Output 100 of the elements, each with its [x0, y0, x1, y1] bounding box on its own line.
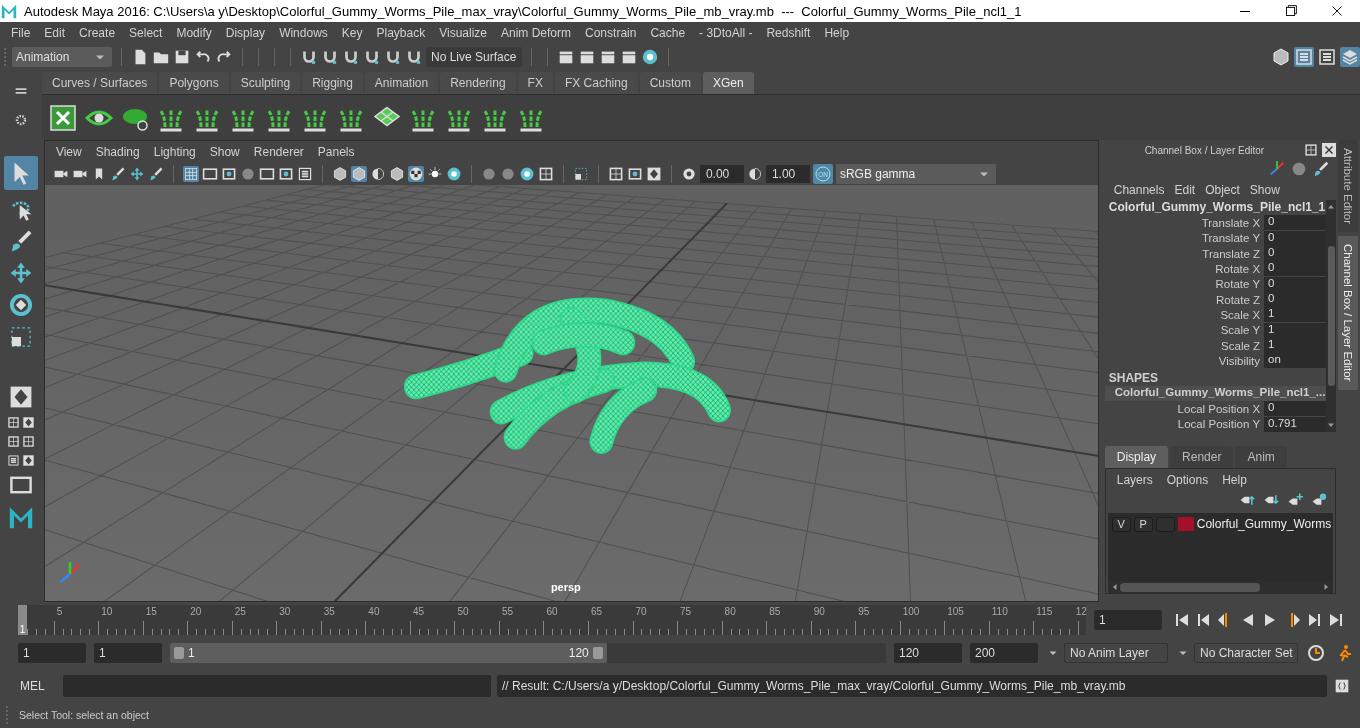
menu-item[interactable]: Object	[1200, 183, 1245, 197]
settings-icon[interactable]	[13, 112, 29, 128]
playback-start-field[interactable]: 1	[94, 643, 162, 663]
channel-label[interactable]: Scale Z	[1104, 339, 1265, 352]
rotate-icon[interactable]	[7, 292, 34, 318]
script-editor-icon[interactable]	[1333, 677, 1351, 695]
shelf-tab[interactable]: Animation	[364, 72, 439, 94]
channel-value-field[interactable]: 1	[1264, 338, 1327, 354]
menu-item[interactable]: Cache	[643, 26, 693, 40]
range-handle[interactable]	[592, 647, 603, 659]
select-icon[interactable]	[572, 166, 589, 182]
shelf-tab[interactable]: Custom	[639, 72, 701, 94]
grid-layout-icon[interactable]	[607, 166, 624, 182]
panel-list-icon[interactable]	[1294, 47, 1314, 67]
start-frame-field[interactable]: 1	[18, 643, 86, 663]
channel-label[interactable]: Translate Y	[1104, 232, 1265, 245]
panel-list-icon[interactable]	[296, 166, 313, 182]
resolution-gate-icon[interactable]	[277, 166, 294, 182]
channel-label[interactable]: Scale Y	[1104, 324, 1265, 337]
panel-list-icon[interactable]	[1317, 47, 1337, 67]
film-gate-icon[interactable]	[201, 166, 218, 182]
channel-label[interactable]: Translate X	[1104, 217, 1265, 229]
menu-item[interactable]: Create	[72, 26, 123, 40]
side-tab[interactable]: Channel Box / Layer Editor	[1338, 236, 1359, 390]
save-icon[interactable]	[173, 48, 191, 66]
shelf-tab[interactable]: Sculpting	[230, 72, 301, 94]
menu-item[interactable]: Panels	[310, 145, 362, 159]
spreadsheet-icon[interactable]	[48, 102, 78, 133]
menu-item[interactable]: Help	[1215, 473, 1254, 487]
half-circle-icon[interactable]	[746, 166, 763, 182]
shelf-tab[interactable]: Rigging	[302, 72, 363, 94]
layout-icon[interactable]	[21, 416, 35, 429]
exposure-field[interactable]: 0.00	[699, 165, 744, 183]
cube-icon[interactable]	[350, 166, 367, 182]
ring-icon[interactable]	[518, 166, 535, 182]
select-tool[interactable]	[3, 156, 38, 190]
current-frame-marker[interactable]: 1	[18, 605, 27, 635]
cube-icon[interactable]	[1271, 47, 1291, 67]
cube-icon[interactable]	[331, 166, 348, 182]
channel-label[interactable]: Visibility	[1104, 354, 1265, 367]
layer-stack-icon[interactable]	[1340, 47, 1360, 67]
menu-set-dropdown[interactable]: Animation	[12, 47, 112, 67]
channel-label[interactable]: Rotate X	[1104, 262, 1265, 275]
panel-list-icon[interactable]	[6, 454, 20, 467]
menu-item[interactable]: Display	[218, 26, 273, 40]
resolution-gate-icon[interactable]	[626, 166, 643, 182]
grid-layout-icon[interactable]	[21, 435, 35, 448]
grip-handle[interactable]	[4, 48, 9, 66]
channel-value-field[interactable]: 0	[1264, 401, 1327, 417]
time-slider[interactable]: 5 10 15 20 25 30 35 40 45 50 55 60 65 70 75 80 85 90 95 100 105 110 115 12 1	[18, 605, 1086, 635]
channel-value-field[interactable]: 0	[1264, 246, 1327, 262]
channel-value-field[interactable]: 1	[1264, 322, 1327, 338]
shelf-tab[interactable]: Rendering	[440, 72, 516, 94]
clock-icon[interactable]	[1306, 643, 1326, 663]
shelf-tab[interactable]: XGen	[702, 72, 754, 94]
side-tab[interactable]: Attribute Editor	[1338, 140, 1359, 233]
menu-item[interactable]: Show	[1244, 183, 1285, 197]
new-layer-icon[interactable]	[1287, 492, 1304, 508]
shelf-tab[interactable]: Curves / Surfaces	[42, 72, 158, 94]
channel-label[interactable]: Rotate Y	[1104, 278, 1265, 291]
menu-item[interactable]: Help	[817, 26, 857, 40]
channel-value-field[interactable]: 0.791	[1264, 416, 1327, 432]
shape-name[interactable]: Colorful_Gummy_Worms_Pile_ncl1_...	[1104, 385, 1327, 402]
channel-value-field[interactable]: 1	[1264, 307, 1327, 323]
menu-item[interactable]: Key	[334, 26, 370, 40]
menu-item[interactable]: Options	[1159, 473, 1216, 487]
move-icon[interactable]	[128, 166, 145, 182]
command-input-field[interactable]	[63, 675, 491, 697]
end-frame-field[interactable]: 200	[970, 643, 1038, 663]
channel-value-field[interactable]: on	[1264, 353, 1327, 369]
ring-icon[interactable]	[445, 166, 462, 182]
menu-item[interactable]: Shading	[88, 145, 147, 159]
menu-item[interactable]: Playback	[369, 26, 433, 40]
channel-value-field[interactable]: 0	[1264, 276, 1327, 292]
menu-item[interactable]: Redshift	[759, 26, 818, 40]
channel-label[interactable]: Translate Z	[1104, 247, 1265, 260]
playback-end-field[interactable]: 120	[894, 643, 962, 663]
playback-toggle[interactable]: P	[1133, 516, 1153, 532]
brush-icon[interactable]	[1312, 160, 1331, 178]
channel-label[interactable]: Rotate Z	[1104, 293, 1265, 306]
menu-item[interactable]: Select	[122, 26, 170, 40]
ring-icon[interactable]	[641, 48, 659, 66]
menu-item[interactable]: - 3DtoAll -	[692, 26, 760, 40]
anim-layer-dropdown[interactable]: No Anim Layer	[1064, 643, 1168, 663]
shelf-tab[interactable]: FX Caching	[554, 72, 638, 94]
color-space-dropdown[interactable]: sRGB gamma	[835, 164, 996, 184]
grid-layout-icon[interactable]	[6, 416, 20, 429]
layer-name[interactable]: Colorful_Gummy_Worms	[1196, 517, 1332, 531]
film-gate-icon[interactable]	[258, 166, 275, 182]
cube-icon[interactable]	[388, 166, 405, 182]
channel-value-field[interactable]: 0	[1264, 261, 1327, 277]
range-track[interactable]: 1 120	[170, 643, 886, 663]
menu-item[interactable]: Show	[202, 145, 247, 159]
layer-editor-tab[interactable]: Anim	[1235, 446, 1287, 468]
layer-editor-tab[interactable]: Display	[1104, 446, 1169, 468]
range-slider[interactable]	[170, 643, 607, 663]
channel-value-field[interactable]: 0	[1264, 215, 1327, 231]
aperture-icon[interactable]	[680, 166, 697, 182]
layer-editor-tab[interactable]: Render	[1170, 446, 1234, 468]
gamma-field[interactable]: 1.00	[765, 165, 810, 183]
